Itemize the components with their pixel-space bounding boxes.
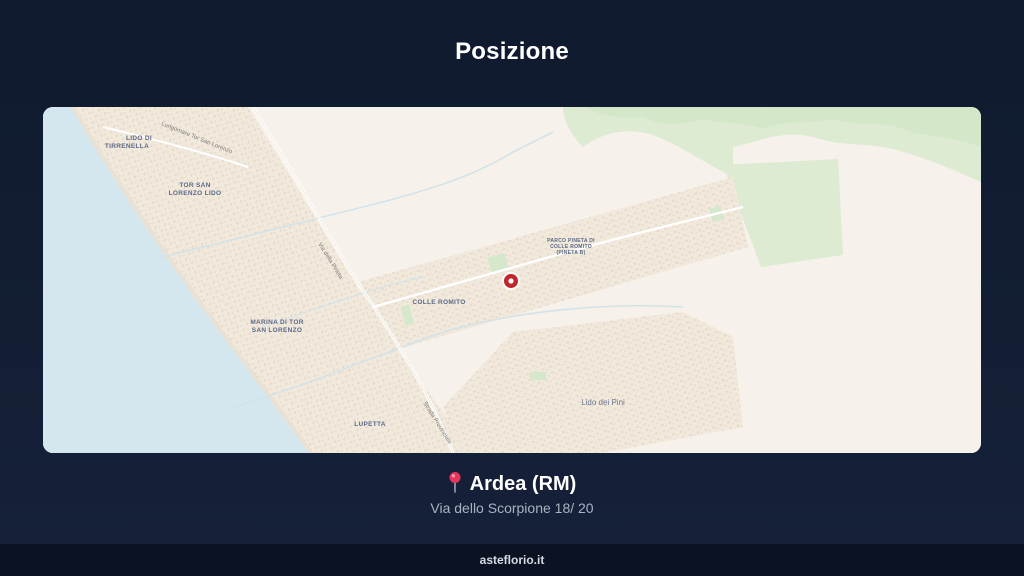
location-marker-icon[interactable] [502,272,520,290]
location-heading: Ardea (RM) [0,471,1024,496]
location-address: Via dello Scorpione 18/ 20 [430,500,594,516]
round-pushpin-icon [449,472,461,493]
park-block [530,372,546,380]
page-title: Posizione [455,38,569,65]
map-label-lido-di-tirrenella: TIRRENELLA [105,143,149,150]
map-label-marina-di-tor-san-lorenzo: SAN LORENZO [252,327,303,334]
footer: asteflorio.it [0,544,1024,576]
map-label-parco-pineta: (PINETA B) [556,250,585,256]
location-city: Ardea (RM) [469,473,577,495]
map-canvas[interactable]: LIDO DI TIRRENELLA TOR SAN LORENZO LIDO … [43,107,981,453]
map-label-tor-san-lorenzo-lido: LORENZO LIDO [169,190,222,197]
map-label-colle-romito: COLLE ROMITO [412,299,465,306]
page: Posizione LIDO DI TIRRENELLA TOR SAN LOR… [0,0,1024,576]
map-label-tor-san-lorenzo-lido: TOR SAN [179,182,210,189]
footer-site-link[interactable]: asteflorio.it [0,553,1024,567]
map-panel[interactable]: LIDO DI TIRRENELLA TOR SAN LORENZO LIDO … [43,107,981,453]
map-label-lido-dei-pini: Lido dei Pini [581,398,625,407]
map-label-lupetta: LUPETTA [354,421,386,428]
map-label-lido-di-tirrenella: LIDO DI [126,135,152,142]
map-label-marina-di-tor-san-lorenzo: MARINA DI TOR [250,319,303,326]
